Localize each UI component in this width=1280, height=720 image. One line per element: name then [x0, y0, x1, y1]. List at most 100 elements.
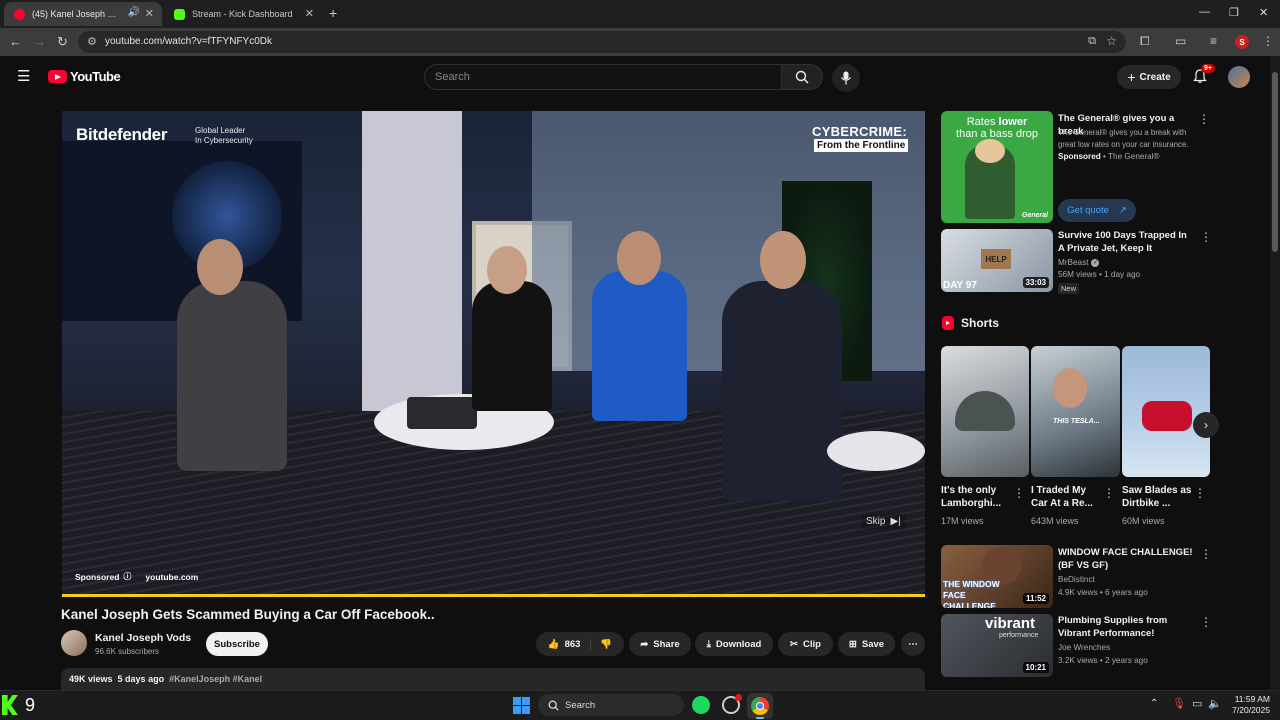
create-button[interactable]: + Create — [1117, 65, 1181, 89]
taskbar-search[interactable]: Search — [538, 694, 684, 716]
page-scrollbar[interactable] — [1270, 56, 1280, 690]
profile-avatar[interactable]: S — [1235, 35, 1249, 49]
browser-menu-icon[interactable]: ⋮ — [1262, 34, 1274, 48]
video-more-icon[interactable]: ⋮ — [1200, 547, 1212, 561]
ad-more-icon[interactable]: ⋮ — [1198, 112, 1210, 126]
short-thumbnail[interactable]: THIS TESLA... — [1031, 346, 1120, 477]
scrollbar-thumb[interactable] — [1272, 72, 1278, 252]
hashtags[interactable]: #KanelJoseph #Kanel — [169, 674, 262, 684]
person-face — [1053, 368, 1087, 408]
forward-icon[interactable]: → — [33, 34, 46, 49]
reload-icon[interactable]: ↻ — [57, 34, 68, 50]
minimize-icon[interactable]: — — [1199, 6, 1210, 18]
show-subtitle: From the Frontline — [814, 139, 909, 152]
install-app-icon[interactable]: ⧉ — [1088, 35, 1096, 48]
short-more-icon[interactable]: ⋮ — [1013, 486, 1025, 500]
speaker-icon[interactable]: 🔊 — [128, 7, 140, 18]
video-player[interactable]: Bitdefender Global Leader In Cybersecuri… — [62, 111, 925, 597]
search-button[interactable] — [781, 64, 823, 90]
search-input[interactable] — [435, 71, 765, 83]
skip-ad-button[interactable]: Skip ▶| — [862, 514, 905, 529]
like-button[interactable]: 👍 863 — [548, 638, 592, 650]
clip-button[interactable]: ✂ Clip — [778, 632, 833, 656]
ad-thumbnail[interactable]: Rates lower than a bass drop General — [941, 111, 1053, 223]
chevron-up-icon[interactable]: ⌃ — [1150, 698, 1158, 709]
video-more-icon[interactable]: ⋮ — [1200, 615, 1212, 629]
shorts-heading: Shorts — [961, 316, 1000, 330]
short-thumbnail[interactable] — [941, 346, 1029, 477]
recommended-channel[interactable]: BeDistinct — [1058, 574, 1095, 586]
recommended-title[interactable]: Plumbing Supplies from Vibrant Performan… — [1058, 614, 1198, 640]
windows-start-icon[interactable] — [513, 697, 530, 714]
network-icon[interactable]: ▭ — [1192, 697, 1202, 710]
restore-icon[interactable]: ❐ — [1229, 6, 1239, 19]
youtube-header: ☰ YouTube + Create 9+ — [0, 56, 1270, 98]
url-text[interactable]: youtube.com/watch?v=fTFYNFYc0Dk — [105, 36, 272, 47]
search-icon — [548, 700, 559, 711]
dislike-button[interactable]: 👎 — [596, 639, 612, 650]
kick-app-icon[interactable] — [2, 695, 18, 715]
microphone-tray-icon[interactable]: 🎙 — [1172, 697, 1186, 710]
video-more-icon[interactable]: ⋮ — [1200, 230, 1212, 244]
close-window-icon[interactable]: ✕ — [1259, 6, 1268, 19]
sponsor-brand: Bitdefender — [76, 125, 168, 144]
spotify-icon[interactable] — [692, 696, 710, 714]
close-tab-icon[interactable]: ✕ — [145, 7, 154, 20]
app-icon[interactable] — [722, 694, 742, 714]
close-tab-icon[interactable]: ✕ — [305, 7, 314, 20]
tab-title: (45) Kanel Joseph Gets Scam — [32, 9, 118, 19]
youtube-logo[interactable]: YouTube — [48, 69, 121, 84]
description-box[interactable]: 49K views 5 days ago #KanelJoseph #Kanel — [61, 668, 925, 690]
short-more-icon[interactable]: ⋮ — [1103, 486, 1115, 500]
ad-domain[interactable]: youtube.com — [145, 572, 198, 582]
hamburger-menu-icon[interactable]: ☰ — [17, 67, 30, 85]
system-clock[interactable]: 11:59 AM 7/20/2025 — [1226, 694, 1270, 716]
create-label: Create — [1139, 71, 1171, 83]
get-quote-button[interactable]: Get quote ↗ — [1058, 199, 1136, 222]
tab-youtube[interactable]: (45) Kanel Joseph Gets Scam 🔊 ✕ — [4, 2, 162, 26]
skip-next-icon: ▶| — [890, 516, 901, 527]
channel-avatar[interactable] — [61, 630, 87, 656]
recommended-thumbnail[interactable]: HELP DAY 97 33:03 — [941, 229, 1053, 292]
account-avatar[interactable] — [1228, 66, 1250, 88]
subscribe-button[interactable]: Subscribe — [206, 632, 268, 656]
short-overlay-text: THIS TESLA... — [1053, 418, 1100, 425]
recommended-channel[interactable]: MrBeast ✓ — [1058, 257, 1100, 269]
media-controls-icon[interactable]: ≡ — [1210, 34, 1217, 48]
kick-favicon-icon — [174, 8, 185, 20]
voice-search-button[interactable] — [832, 64, 860, 92]
info-icon[interactable]: ⓘ — [123, 571, 131, 582]
recommended-title[interactable]: WINDOW FACE CHALLENGE! (BF VS GF) — [1058, 546, 1198, 572]
recommended-channel[interactable]: Joe Wrenches — [1058, 642, 1110, 654]
windows-taskbar: 9 Search ⌃ 🎙 ▭ 🔈 11:59 AM 7/20/2025 — [0, 690, 1280, 720]
extensions-icon[interactable]: ⧠ — [1140, 34, 1150, 49]
like-dislike-group: 👍 863 👎 — [536, 632, 624, 656]
chrome-taskbar-button[interactable] — [747, 693, 773, 719]
scissors-icon: ✂ — [790, 638, 798, 650]
recommended-thumbnail[interactable]: THE WINDOW FACE CHALLENGE 11:52 — [941, 545, 1053, 608]
short-more-icon[interactable]: ⋮ — [1194, 486, 1206, 500]
short-title[interactable]: I Traded My Car At a Re... — [1031, 484, 1101, 510]
new-tab-icon[interactable]: + — [329, 5, 337, 21]
shorts-next-button[interactable]: › — [1193, 412, 1219, 438]
ad-progress-bar[interactable] — [62, 594, 925, 597]
notifications-button[interactable]: 9+ — [1193, 64, 1215, 89]
tab-kick-dashboard[interactable]: Stream - Kick Dashboard ✕ — [164, 2, 322, 26]
volume-icon[interactable]: 🔈 — [1208, 697, 1222, 710]
more-actions-button[interactable]: ⋯ — [901, 632, 925, 656]
site-info-icon[interactable]: ⚙ — [87, 35, 97, 48]
channel-name[interactable]: Kanel Joseph Vods — [95, 632, 191, 644]
save-button[interactable]: ⊞ Save — [838, 632, 895, 656]
split-view-icon[interactable]: ▭ — [1175, 34, 1186, 48]
short-title[interactable]: It's the only Lamborghi... — [941, 484, 1011, 510]
taskbar-search-label: Search — [565, 699, 596, 711]
address-bar[interactable]: ⚙ youtube.com/watch?v=fTFYNFYc0Dk ⧉ ☆ — [78, 31, 1126, 53]
share-button[interactable]: ➦ Share — [629, 632, 691, 656]
download-button[interactable]: ⤓ Download — [695, 632, 773, 656]
bookmark-star-icon[interactable]: ☆ — [1106, 34, 1117, 48]
back-icon[interactable]: ← — [9, 34, 22, 49]
recommended-title[interactable]: Survive 100 Days Trapped In A Private Je… — [1058, 229, 1194, 255]
short-thumbnail[interactable] — [1122, 346, 1210, 477]
short-title[interactable]: Saw Blades as Dirtbike ... — [1122, 484, 1192, 510]
recommended-thumbnail[interactable]: vibrant performance 10:21 — [941, 614, 1053, 677]
